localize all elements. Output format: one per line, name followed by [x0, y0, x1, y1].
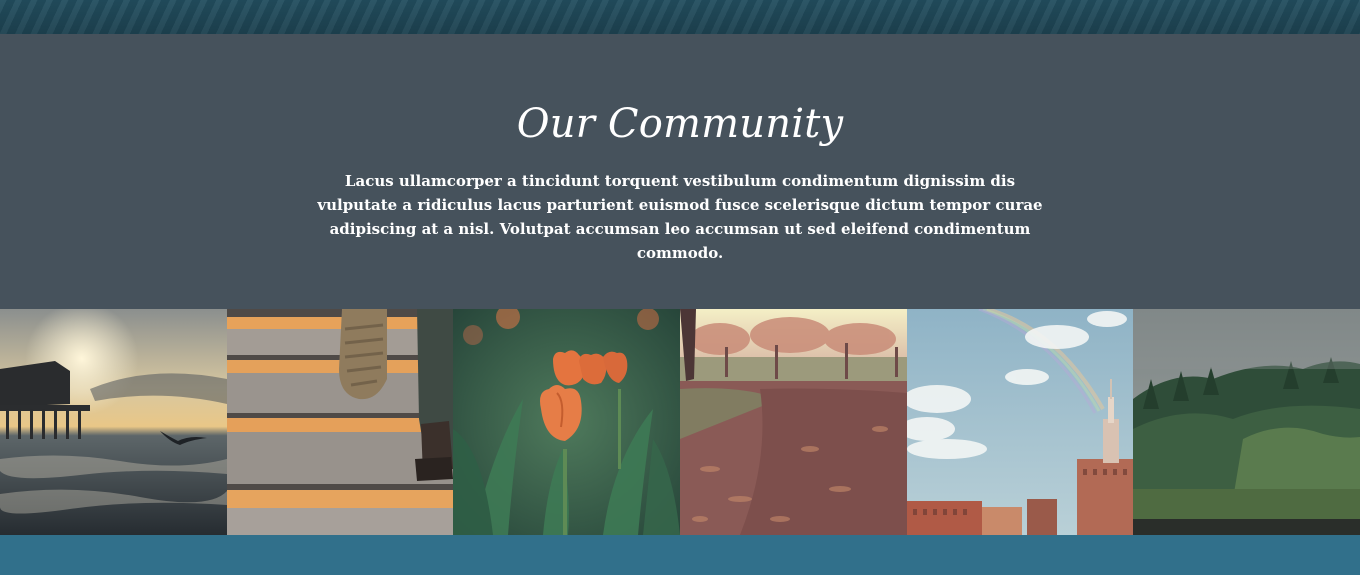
misty-forest-photo[interactable]: [1133, 309, 1360, 535]
stairs-shoes-photo[interactable]: [227, 309, 453, 535]
orange-tulips-photo[interactable]: [453, 309, 680, 535]
photo-gallery: [0, 309, 1360, 535]
section-description: Lacus ullamcorper a tincidunt torquent v…: [317, 172, 1043, 262]
header-band: [0, 0, 1360, 34]
city-rainbow-photo[interactable]: [907, 309, 1133, 535]
pier-sunset-photo[interactable]: [0, 309, 227, 535]
footer-band: [0, 535, 1360, 575]
section-title: Our Community: [516, 101, 844, 147]
autumn-path-photo[interactable]: [680, 309, 907, 535]
community-section: Our Community Lacus ullamcorper a tincid…: [0, 34, 1360, 309]
